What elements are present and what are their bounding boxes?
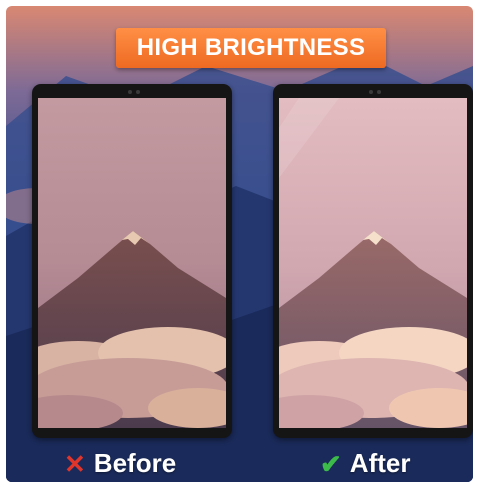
camera-dot <box>128 90 132 94</box>
product-comparison-image: HIGH BRIGHTNESS ✕ Before ✔ After <box>6 6 473 482</box>
after-tablet <box>273 84 473 438</box>
camera-dot <box>377 90 381 94</box>
after-label-text: After <box>349 448 411 478</box>
check-icon: ✔ <box>320 448 342 479</box>
banner-title: HIGH BRIGHTNESS <box>136 34 366 61</box>
before-screen <box>38 98 226 428</box>
after-screen <box>279 98 467 428</box>
camera-dot <box>369 90 373 94</box>
high-brightness-banner: HIGH BRIGHTNESS <box>116 28 386 68</box>
cross-icon: ✕ <box>64 448 86 479</box>
before-label: ✕ Before <box>64 448 176 479</box>
after-label: ✔ After <box>320 448 410 479</box>
mountain-photo <box>38 98 226 428</box>
camera-dot <box>136 90 140 94</box>
before-label-text: Before <box>93 448 177 478</box>
mountain-photo <box>279 98 467 428</box>
before-tablet <box>32 84 232 438</box>
